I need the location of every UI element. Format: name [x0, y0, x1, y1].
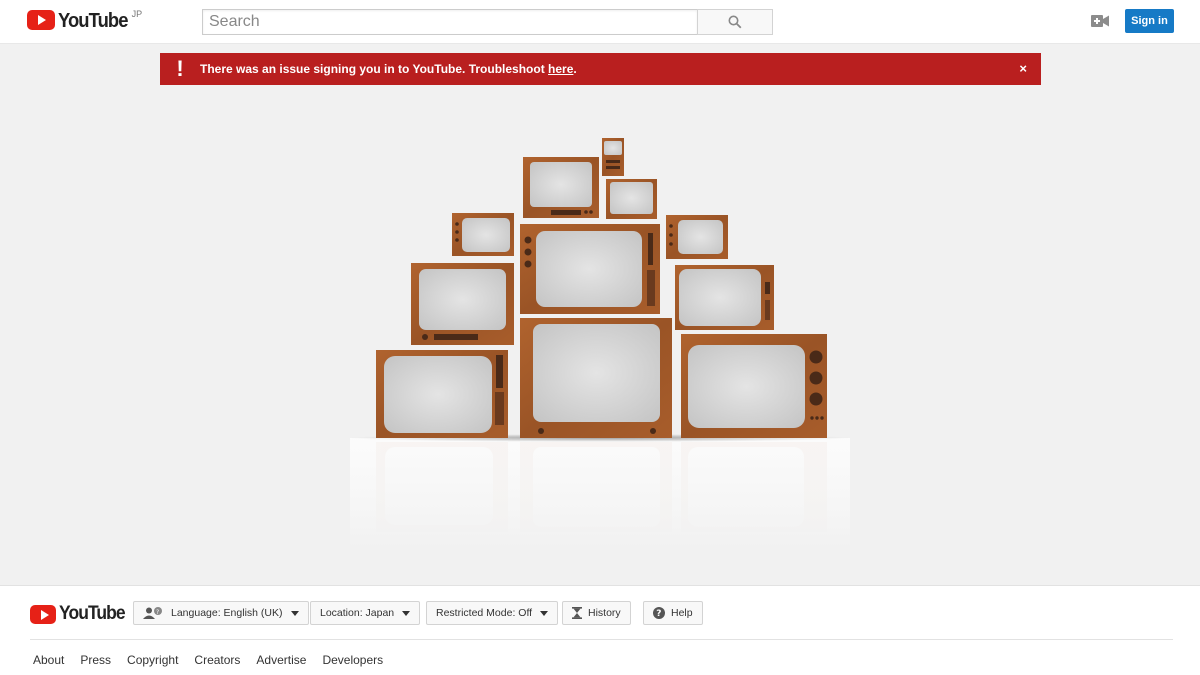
search-icon: [728, 15, 742, 29]
people-icon: ?: [143, 607, 165, 619]
footer-link-advertise[interactable]: Advertise: [256, 653, 306, 667]
restricted-mode-button[interactable]: Restricted Mode: Off: [426, 601, 559, 625]
alert-message: There was an issue signing you in to You…: [200, 62, 577, 76]
history-label: History: [588, 607, 621, 619]
tv-mid-left-small: [452, 213, 514, 256]
tv-top-right: [606, 179, 657, 219]
history-button[interactable]: History: [562, 601, 631, 625]
hourglass-icon: [572, 607, 582, 619]
location-label: Location: Japan: [320, 607, 395, 619]
tv-left-middle: [411, 263, 514, 345]
chevron-down-icon: [540, 610, 549, 616]
logo-text: YouTube: [58, 10, 128, 32]
footer-link-copyright[interactable]: Copyright: [127, 653, 178, 667]
footer-divider: [30, 639, 1173, 640]
search-input[interactable]: [202, 9, 697, 35]
help-icon: ?: [653, 607, 665, 619]
exclamation-icon: !: [176, 56, 184, 81]
close-icon[interactable]: ×: [1019, 61, 1027, 76]
restricted-mode-label: Restricted Mode: Off: [436, 607, 533, 619]
tv-bottom-left: [376, 350, 508, 438]
svg-text:?: ?: [656, 609, 661, 619]
language-label: Language: English (UK): [171, 607, 283, 619]
tv-bottom-center: [520, 318, 672, 438]
footer: YouTube ? Language: English (UK) Locatio…: [0, 585, 1200, 675]
footer-link-creators[interactable]: Creators: [194, 653, 240, 667]
play-icon: [27, 10, 55, 30]
footer-link-press[interactable]: Press: [80, 653, 111, 667]
svg-text:?: ?: [156, 609, 159, 616]
search-bar: [202, 9, 773, 35]
footer-youtube-logo[interactable]: YouTube: [30, 603, 130, 625]
chevron-down-icon: [290, 610, 299, 616]
footer-link-developers[interactable]: Developers: [322, 653, 383, 667]
tv-center-large: [520, 224, 660, 314]
alert-message-text: There was an issue signing you in to You…: [200, 62, 549, 76]
tv-stack-illustration: [350, 138, 850, 548]
alert-message-suffix: .: [573, 62, 577, 76]
footer-links: About Press Copyright Creators Advertise…: [33, 653, 399, 667]
sign-in-button[interactable]: Sign in: [1125, 9, 1174, 33]
location-button[interactable]: Location: Japan: [310, 601, 421, 625]
help-button[interactable]: ? Help: [643, 601, 703, 625]
region-label: JP: [131, 9, 143, 19]
tv-right-middle: [675, 265, 774, 330]
chevron-down-icon: [402, 610, 411, 616]
signin-error-alert: ! There was an issue signing you in to Y…: [160, 53, 1041, 85]
play-icon: [30, 604, 56, 624]
tv-top-left: [523, 157, 599, 218]
masthead: YouTube JP Sign in: [0, 0, 1200, 44]
footer-logo-text: YouTube: [59, 603, 126, 624]
troubleshoot-link[interactable]: here: [548, 62, 573, 76]
video-camera-add-icon[interactable]: [1091, 14, 1109, 28]
tv-bottom-right: [681, 334, 827, 438]
tv-mid-right-small: [666, 215, 728, 259]
search-button[interactable]: [697, 9, 773, 35]
footer-link-about[interactable]: About: [33, 653, 64, 667]
language-button[interactable]: ? Language: English (UK): [133, 601, 309, 625]
youtube-logo[interactable]: YouTube JP: [27, 9, 143, 32]
tv-tiny: [602, 138, 624, 176]
help-label: Help: [671, 607, 693, 619]
